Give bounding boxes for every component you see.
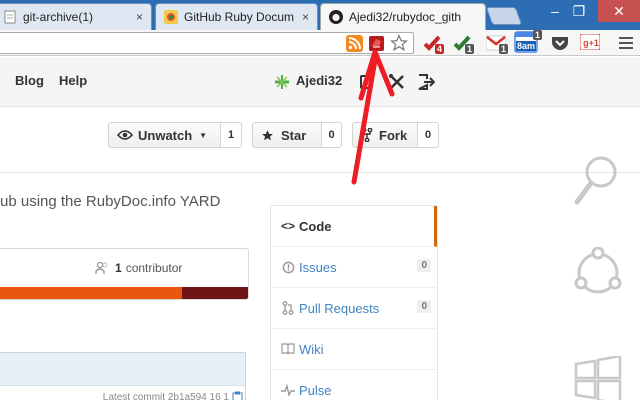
start-charm-icon[interactable] xyxy=(572,355,624,400)
star-icon xyxy=(261,129,274,142)
latest-commit-text[interactable]: Latest commit 2b1a594 16 1 xyxy=(103,392,229,400)
code-icon: <> xyxy=(281,219,296,233)
windows-charms-bar xyxy=(562,130,640,400)
browser-toolbar: 4 1 1 8am 1 g+1 xyxy=(0,30,640,56)
username[interactable]: Ajedi32 xyxy=(296,73,342,88)
header-divider xyxy=(0,172,640,173)
clipboard-icon[interactable] xyxy=(232,391,243,400)
user-avatar[interactable] xyxy=(272,72,292,92)
sidebar-item-code[interactable]: <> Code xyxy=(271,206,437,247)
pulse-icon xyxy=(281,384,295,396)
people-icon xyxy=(95,261,109,275)
extension-badge: 1 xyxy=(464,44,474,54)
extension-badge: 4 xyxy=(434,44,444,54)
tab-github-ruby-docs[interactable]: GitHub Ruby Docum × xyxy=(155,3,318,30)
gmail-icon[interactable]: 1 xyxy=(484,33,508,54)
star-button[interactable]: Star xyxy=(252,122,322,148)
calendar-badge: 1 xyxy=(532,30,542,40)
fork-count[interactable]: 0 xyxy=(418,122,439,148)
bookmark-star-icon[interactable] xyxy=(389,33,409,53)
commit-tease-box: Latest commit 2b1a594 16 1 xyxy=(0,352,246,400)
rss-icon[interactable] xyxy=(345,34,363,52)
sidebar-item-pull-requests[interactable]: Pull Requests 0 xyxy=(271,288,437,329)
nav-help-link[interactable]: Help xyxy=(59,73,87,88)
notifications-icon[interactable] xyxy=(358,73,374,91)
pull-requests-count: 0 xyxy=(417,300,431,313)
github-header: Blog Help Ajedi32 xyxy=(0,57,640,107)
fork-icon xyxy=(361,128,373,142)
github-page-icon xyxy=(164,10,178,24)
share-charm-icon[interactable] xyxy=(570,245,626,301)
issues-icon xyxy=(281,261,295,274)
tab-title: Ajedi32/rubydoc_gith xyxy=(349,10,462,24)
sidebar-item-issues[interactable]: Issues 0 xyxy=(271,247,437,288)
contributors-count: 1 xyxy=(115,261,122,275)
unwatch-button[interactable]: Unwatch ▼ xyxy=(108,122,221,148)
sidebar-item-wiki[interactable]: Wiki xyxy=(271,329,437,370)
sidebar-item-label: Code xyxy=(299,218,332,234)
tab-ajedi32-repo[interactable]: Ajedi32/rubydoc_gith xyxy=(320,3,486,30)
watch-count[interactable]: 1 xyxy=(221,122,242,148)
tab-title: git-archive(1) xyxy=(23,10,94,24)
tab-close-icon[interactable]: × xyxy=(302,10,309,24)
calendar-time: 8am xyxy=(516,41,537,51)
language-segment-primary xyxy=(0,287,183,299)
contributors-label: contributor xyxy=(125,261,183,275)
sidebar-item-label: Pull Requests xyxy=(299,300,380,316)
star-count[interactable]: 0 xyxy=(322,122,342,148)
extension-checkmark-green-icon[interactable]: 1 xyxy=(452,33,474,54)
nav-blog-link[interactable]: Blog xyxy=(15,73,44,88)
sign-out-icon[interactable] xyxy=(416,72,436,92)
chrome-menu-icon[interactable] xyxy=(616,33,636,53)
repo-sidebar: <> Code Issues 0 Pull Requests 0 Wiki Pu… xyxy=(270,205,438,400)
language-bar[interactable] xyxy=(0,287,248,299)
sidebar-item-label: Pulse xyxy=(299,382,332,398)
contributors-link[interactable]: 1 contributor xyxy=(95,261,182,275)
window-close-button[interactable]: ✕ xyxy=(598,0,640,22)
fork-button[interactable]: Fork xyxy=(352,122,418,148)
minimize-button[interactable]: – xyxy=(542,0,568,22)
google-plus-one-icon[interactable]: g+1 xyxy=(580,34,602,52)
tab-close-icon[interactable]: × xyxy=(136,10,143,24)
search-charm-icon[interactable] xyxy=(572,150,622,210)
fork-label: Fork xyxy=(379,127,408,143)
restore-button[interactable]: ❐ xyxy=(566,0,592,22)
language-segment-secondary xyxy=(182,287,248,299)
repo-description: ub using the RubyDoc.info YARD xyxy=(0,193,221,210)
calendar-icon[interactable]: 8am 1 xyxy=(514,30,542,55)
wiki-book-icon xyxy=(281,343,295,355)
repo-stats-box: 1 contributor xyxy=(0,248,249,300)
settings-tools-icon[interactable] xyxy=(387,72,407,92)
document-icon xyxy=(3,10,17,24)
pocket-icon[interactable] xyxy=(550,34,570,52)
extension-checkmark-red-icon[interactable]: 4 xyxy=(422,33,444,54)
sidebar-item-pulse[interactable]: Pulse xyxy=(271,370,437,400)
star-label: Star xyxy=(281,127,307,143)
caret-down-icon: ▼ xyxy=(199,130,208,140)
rubydoc-extension-icon[interactable] xyxy=(367,34,385,52)
gmail-badge: 1 xyxy=(498,44,508,54)
github-octocat-icon xyxy=(329,10,343,24)
pull-request-icon xyxy=(281,301,295,315)
tab-git-archive[interactable]: git-archive(1) × xyxy=(0,3,152,30)
tab-title: GitHub Ruby Docum xyxy=(184,10,295,24)
unwatch-label: Unwatch xyxy=(138,127,193,143)
sidebar-item-label: Wiki xyxy=(299,341,324,357)
eye-icon xyxy=(117,129,133,141)
issues-count: 0 xyxy=(417,259,431,272)
sidebar-item-label: Issues xyxy=(299,259,337,275)
new-tab-button[interactable] xyxy=(485,7,523,25)
latest-commit-line: Latest commit 2b1a594 16 1 xyxy=(0,385,245,400)
browser-tab-strip: git-archive(1) × GitHub Ruby Docum × Aje… xyxy=(0,0,640,30)
gplus-label: g+1 xyxy=(583,38,599,48)
